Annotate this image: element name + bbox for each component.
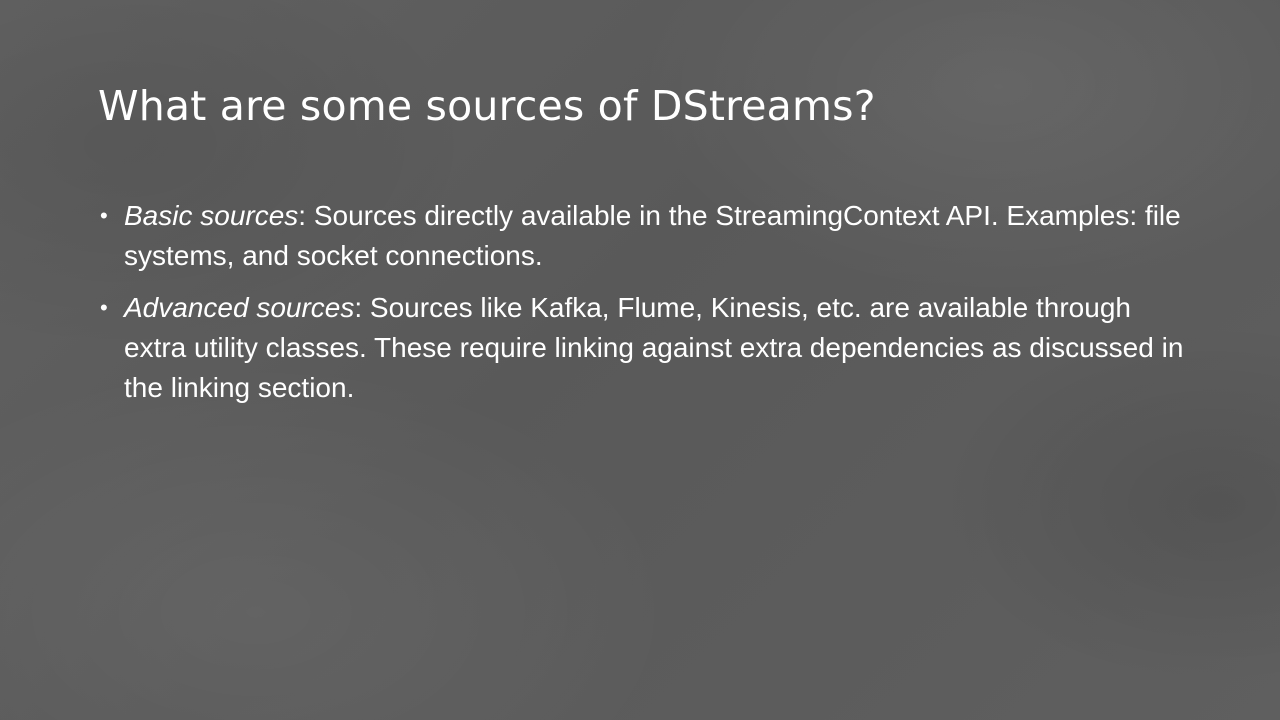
slide-title: What are some sources of DStreams? xyxy=(98,82,876,130)
slide: What are some sources of DStreams? • Bas… xyxy=(0,0,1280,720)
bullet-term: Basic sources xyxy=(124,200,299,231)
bullet-list: • Basic sources: Sources directly availa… xyxy=(100,196,1200,420)
bullet-item-basic-sources: • Basic sources: Sources directly availa… xyxy=(100,196,1200,276)
bullet-term: Advanced sources xyxy=(124,292,355,323)
bullet-dot-icon: • xyxy=(100,295,108,320)
bullet-item-advanced-sources: • Advanced sources: Sources like Kafka, … xyxy=(100,288,1200,408)
bullet-dot-icon: • xyxy=(100,203,108,228)
